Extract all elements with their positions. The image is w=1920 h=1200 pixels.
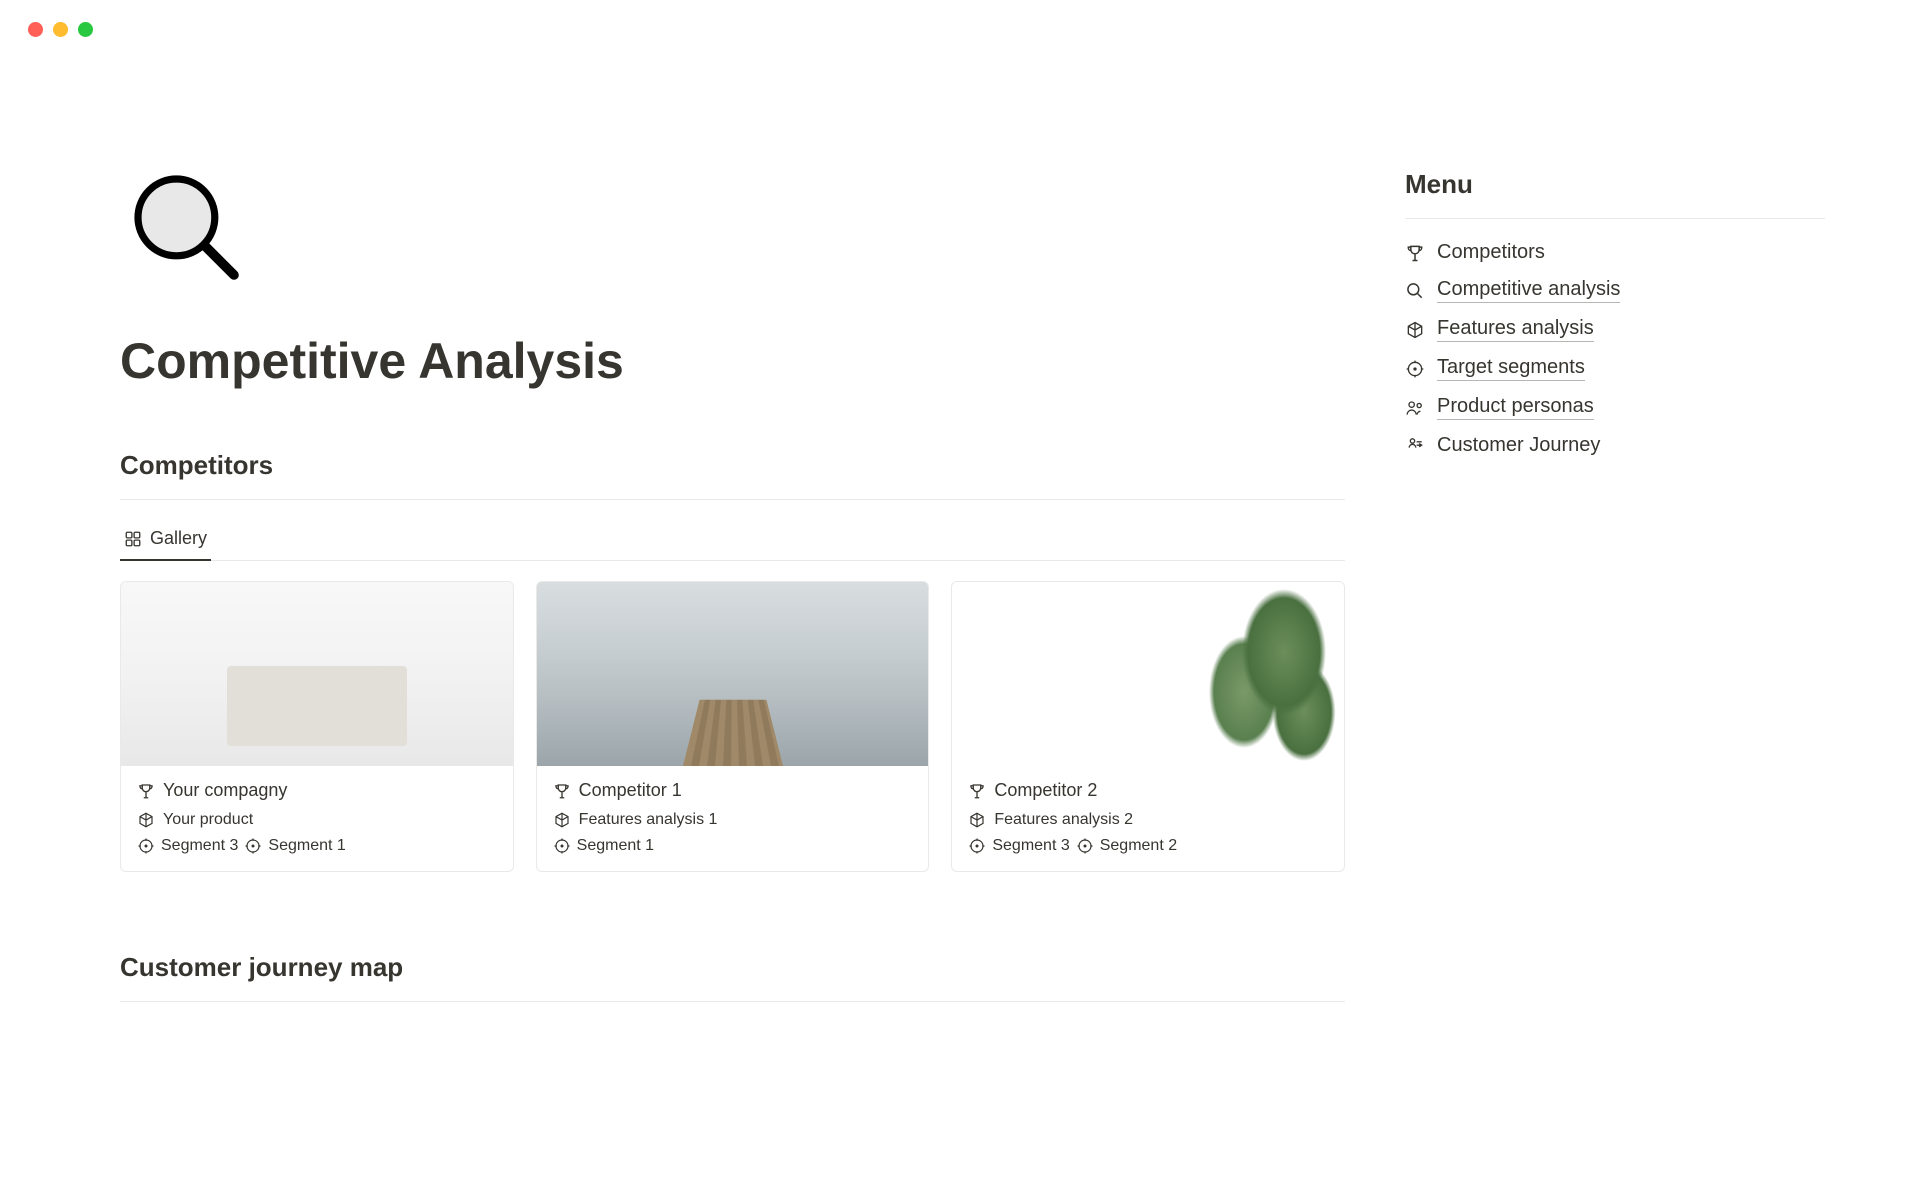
people-icon (1405, 398, 1425, 418)
card-segment: Segment 2 (1100, 837, 1177, 855)
card-title: Competitor 1 (579, 780, 682, 801)
target-icon (137, 837, 155, 855)
trophy-icon (968, 782, 986, 800)
card-title: Your compagny (163, 780, 287, 801)
menu-item-product-personas[interactable]: Product personas (1405, 395, 1825, 420)
tab-label: Gallery (150, 528, 207, 549)
page-title: Competitive Analysis (120, 332, 1345, 390)
target-icon (553, 837, 571, 855)
view-tabs: Gallery (120, 520, 1345, 561)
card-segment: Segment 3 (992, 837, 1069, 855)
card-feature: Features analysis 2 (994, 811, 1133, 829)
card-segment: Segment 1 (268, 837, 345, 855)
menu-title: Menu (1405, 169, 1825, 200)
card-cover-image (121, 582, 513, 766)
window-controls (0, 0, 1920, 37)
menu-item-label: Competitive analysis (1437, 278, 1620, 303)
card-title: Competitor 2 (994, 780, 1097, 801)
target-icon (1405, 359, 1425, 379)
card-feature: Your product (163, 811, 253, 829)
menu-item-customer-journey[interactable]: Customer Journey (1405, 434, 1825, 457)
card-cover-image (952, 582, 1344, 766)
menu-item-competitive-analysis[interactable]: Competitive analysis (1405, 278, 1825, 303)
section-divider (120, 1001, 1345, 1002)
card-cover-image (537, 582, 929, 766)
page-icon[interactable] (126, 167, 1345, 292)
menu-divider (1405, 218, 1825, 219)
menu-item-label: Customer Journey (1437, 434, 1600, 457)
competitors-heading: Competitors (120, 450, 1345, 481)
card-feature: Features analysis 1 (579, 811, 718, 829)
target-icon (244, 837, 262, 855)
journey-icon (1405, 436, 1425, 456)
sidebar-menu: Menu Competitors Competitive analysis Feat… (1405, 167, 1825, 1022)
window-maximize-icon[interactable] (78, 22, 93, 37)
section-divider (120, 499, 1345, 500)
menu-item-label: Competitors (1437, 241, 1545, 264)
menu-item-target-segments[interactable]: Target segments (1405, 356, 1825, 381)
trophy-icon (137, 782, 155, 800)
gallery-card-competitor-1[interactable]: Competitor 1 Features analysis 1 Segment… (536, 581, 930, 872)
window-close-icon[interactable] (28, 22, 43, 37)
menu-item-features-analysis[interactable]: Features analysis (1405, 317, 1825, 342)
cube-icon (1405, 320, 1425, 340)
magnifier-icon (1405, 281, 1425, 301)
trophy-icon (1405, 243, 1425, 263)
menu-item-label: Product personas (1437, 395, 1594, 420)
window-minimize-icon[interactable] (53, 22, 68, 37)
target-icon (968, 837, 986, 855)
card-segment: Segment 3 (161, 837, 238, 855)
journey-heading: Customer journey map (120, 952, 1345, 983)
magnifier-icon (126, 167, 246, 287)
gallery-icon (124, 530, 142, 548)
gallery-card-your-company[interactable]: Your compagny Your product Segment 3 (120, 581, 514, 872)
gallery-grid: Your compagny Your product Segment 3 (120, 581, 1345, 872)
cube-icon (553, 811, 571, 829)
gallery-card-competitor-2[interactable]: Competitor 2 Features analysis 2 Segment… (951, 581, 1345, 872)
cube-icon (968, 811, 986, 829)
menu-item-label: Features analysis (1437, 317, 1594, 342)
cube-icon (137, 811, 155, 829)
menu-item-competitors[interactable]: Competitors (1405, 241, 1825, 264)
menu-item-label: Target segments (1437, 356, 1585, 381)
main-content: Competitive Analysis Competitors Gallery… (120, 167, 1345, 1022)
trophy-icon (553, 782, 571, 800)
card-segment: Segment 1 (577, 837, 654, 855)
target-icon (1076, 837, 1094, 855)
tab-gallery[interactable]: Gallery (120, 520, 211, 561)
